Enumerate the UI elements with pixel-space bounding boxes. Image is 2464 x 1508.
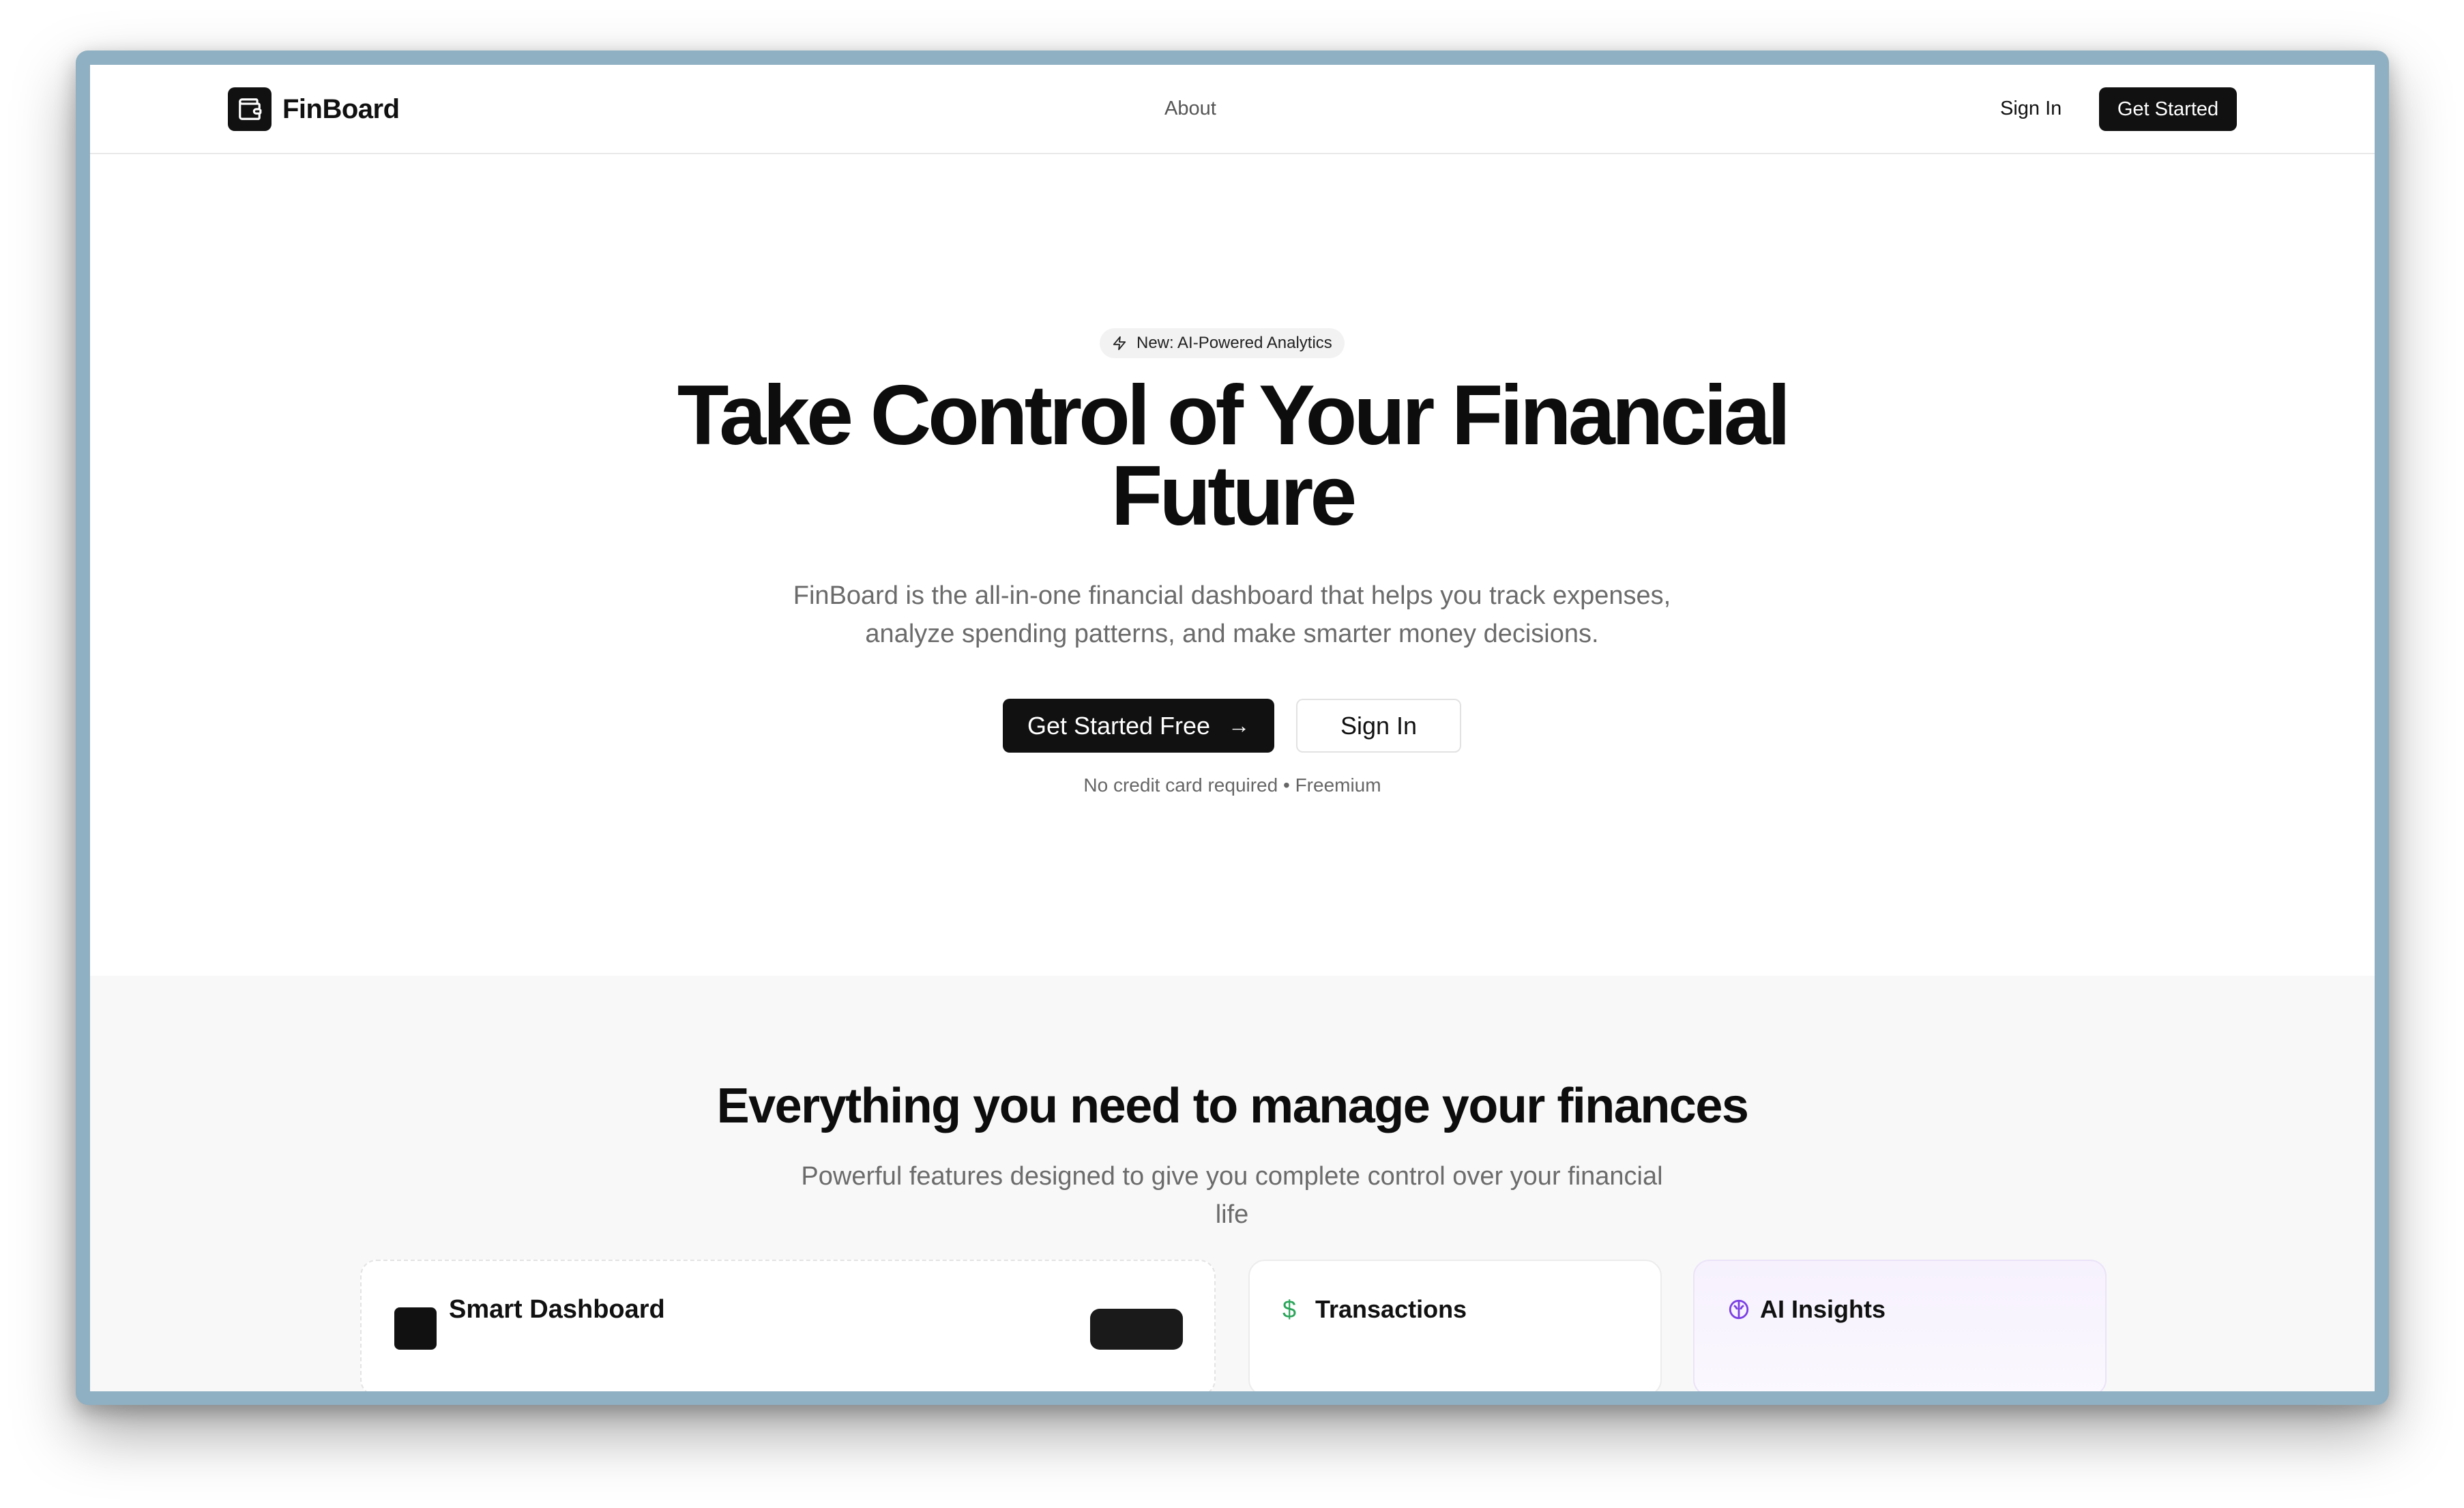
no-credit-card-note: No credit card required • Freemium — [1083, 774, 1381, 796]
features-subtitle: Powerful features designed to give you c… — [768, 1157, 1696, 1234]
brand-logo[interactable]: FinBoard — [228, 87, 400, 131]
get-started-free-button[interactable]: Get Started Free → — [1003, 699, 1274, 753]
get-started-button[interactable]: Get Started — [2099, 87, 2237, 131]
hero-title-line2: Future — [1111, 449, 1358, 543]
hero-subtitle: FinBoard is the all-in-one financial das… — [754, 577, 1710, 653]
top-navigation: FinBoard About Sign In Get Started — [90, 65, 2375, 154]
announcement-badge[interactable]: New: AI-Powered Analytics — [1100, 328, 1345, 358]
hero-title: Take Control of Your Financial Future — [90, 373, 2375, 538]
features-section: Everything you need to manage your finan… — [90, 976, 2375, 1391]
page-viewport[interactable]: FinBoard About Sign In Get Started New: … — [90, 65, 2375, 1391]
nav-link-about[interactable]: About — [1164, 98, 1216, 120]
sign-in-link[interactable]: Sign In — [2000, 98, 2062, 120]
hero-subtitle-line2: analyze spending patterns, and make smar… — [865, 620, 1599, 648]
features-subtitle-line1: Powerful features designed to give you c… — [801, 1162, 1663, 1191]
features-title: Everything you need to manage your finan… — [716, 1079, 1749, 1133]
hero-subtitle-line1: FinBoard is the all-in-one financial das… — [793, 581, 1671, 610]
lightning-icon — [1113, 336, 1126, 351]
brand-name: FinBoard — [282, 93, 400, 124]
features-subtitle-line2: life — [1215, 1200, 1249, 1229]
get-started-free-label: Get Started Free — [1027, 711, 1211, 740]
badge-text: New: AI-Powered Analytics — [1136, 334, 1332, 352]
wallet-icon — [228, 87, 272, 131]
arrow-right-icon: → — [1228, 713, 1250, 738]
hero-sign-in-button[interactable]: Sign In — [1296, 699, 1461, 753]
